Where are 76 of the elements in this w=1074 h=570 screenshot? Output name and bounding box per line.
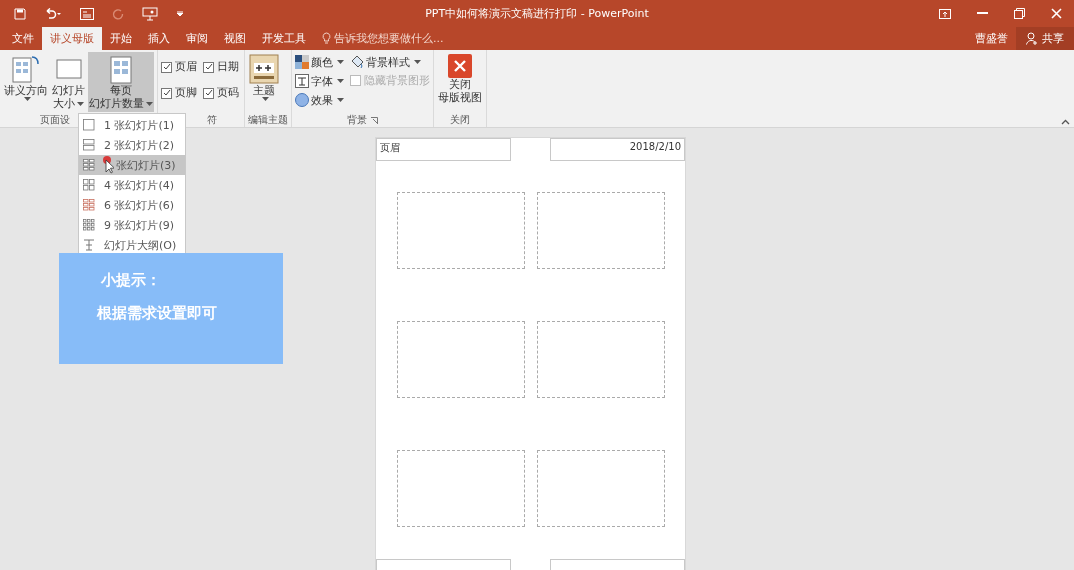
menu-item[interactable]: 幻灯片大纲(O) [79,235,185,255]
ribbon-button[interactable]: 主题 [248,52,280,112]
ribbon-tab[interactable]: 视图 [216,27,254,50]
collapse-ribbon-icon[interactable] [1061,119,1070,125]
restore-icon[interactable] [1014,8,1025,19]
ribbon-tab[interactable]: 开发工具 [254,27,314,50]
ribbon-button[interactable]: 讲义方向 [3,52,49,112]
menu-item[interactable]: 2 张幻灯片(2) [79,135,185,155]
ribbon-display-icon[interactable] [939,8,951,19]
customize-icon[interactable] [176,10,184,17]
date-text: 2018/2/10 [629,141,681,152]
menu-item[interactable]: 张幻灯片(3) [79,155,185,175]
ribbon-button[interactable]: 背景样式 [350,54,430,69]
ribbon-tab[interactable]: 文件 [4,27,42,50]
font-icon [295,73,309,88]
ribbon-tab[interactable]: 审阅 [178,27,216,50]
header-text: 页眉 [380,141,400,155]
undo-icon[interactable] [44,7,62,20]
save-icon[interactable] [14,7,26,20]
tip-title: 小提示： [101,271,162,290]
person-add-icon [1026,32,1038,45]
color-palette-icon [295,54,309,69]
outline-icon [82,238,96,252]
menu-item[interactable]: 4 张幻灯片(4) [79,175,185,195]
checkbox[interactable]: 页眉 [161,60,197,74]
checkbox[interactable]: 页码 [203,86,239,100]
close-icon[interactable] [1051,8,1062,19]
layout-icon [82,138,96,152]
layout-icon [82,118,96,132]
background-styles-icon [350,54,364,69]
group-label: 编辑主题 [248,113,288,127]
layout-icon [82,178,96,192]
caret-icon [337,97,344,102]
layout-icon [82,198,96,212]
group-label: 关闭 [450,113,470,127]
orientation-icon [12,54,40,84]
tip-text: 根据需求设置即可 [97,304,218,323]
minimize-icon[interactable] [977,12,988,15]
tell-me-field[interactable]: 告诉我您想要做什么... [334,31,444,46]
close-icon [448,54,472,78]
menu-item[interactable]: 1 张幻灯片(1) [79,115,185,135]
cursor-icon [102,156,114,174]
menu-item[interactable]: 6 张幻灯片(6) [79,195,185,215]
layout-icon [82,158,96,172]
user-name[interactable]: 曹盛誉 [975,31,1008,46]
header-placeholder[interactable]: 页眉 [376,138,511,161]
ribbon-tab[interactable]: 讲义母版 [42,27,102,50]
layout-icon[interactable] [80,7,94,20]
checkbox[interactable]: 页脚 [161,86,197,100]
checkbox-box [350,75,361,86]
menu-item[interactable]: 9 张幻灯片(9) [79,215,185,235]
ribbon-button[interactable]: 关闭 母版视图 [437,52,483,112]
group-label: 背景 [347,113,367,127]
group-label: 符 [207,113,217,127]
slides-per-page-icon [107,54,135,84]
share-button[interactable]: 共享 [1016,27,1074,50]
checkbox[interactable]: 日期 [203,60,239,74]
ribbon-button[interactable]: 幻灯片 大小 [51,52,86,112]
ribbon-button[interactable]: 每页 幻灯片数量 [88,52,154,112]
caret-icon [337,59,344,64]
date-placeholder[interactable]: 2018/2/10 [550,138,685,161]
presentation-icon[interactable] [142,6,158,21]
ribbon-button[interactable]: 颜色 [295,54,344,69]
ribbon-tab[interactable]: 开始 [102,27,140,50]
ribbon-button[interactable]: 字体 [295,73,344,88]
ribbon-button[interactable]: 效果 [295,92,344,107]
dialog-launcher-icon[interactable] [371,116,378,124]
lightbulb-icon [322,32,331,45]
window-title: PPT中如何将演示文稿进行打印 - PowerPoint [425,6,649,21]
caret-icon [337,78,344,83]
effects-icon [295,92,309,107]
theme-icon [249,54,279,84]
layout-icon [82,218,96,232]
caret-icon [414,59,421,64]
group-label: 页面设 [40,113,70,127]
ribbon-tab[interactable]: 插入 [140,27,178,50]
